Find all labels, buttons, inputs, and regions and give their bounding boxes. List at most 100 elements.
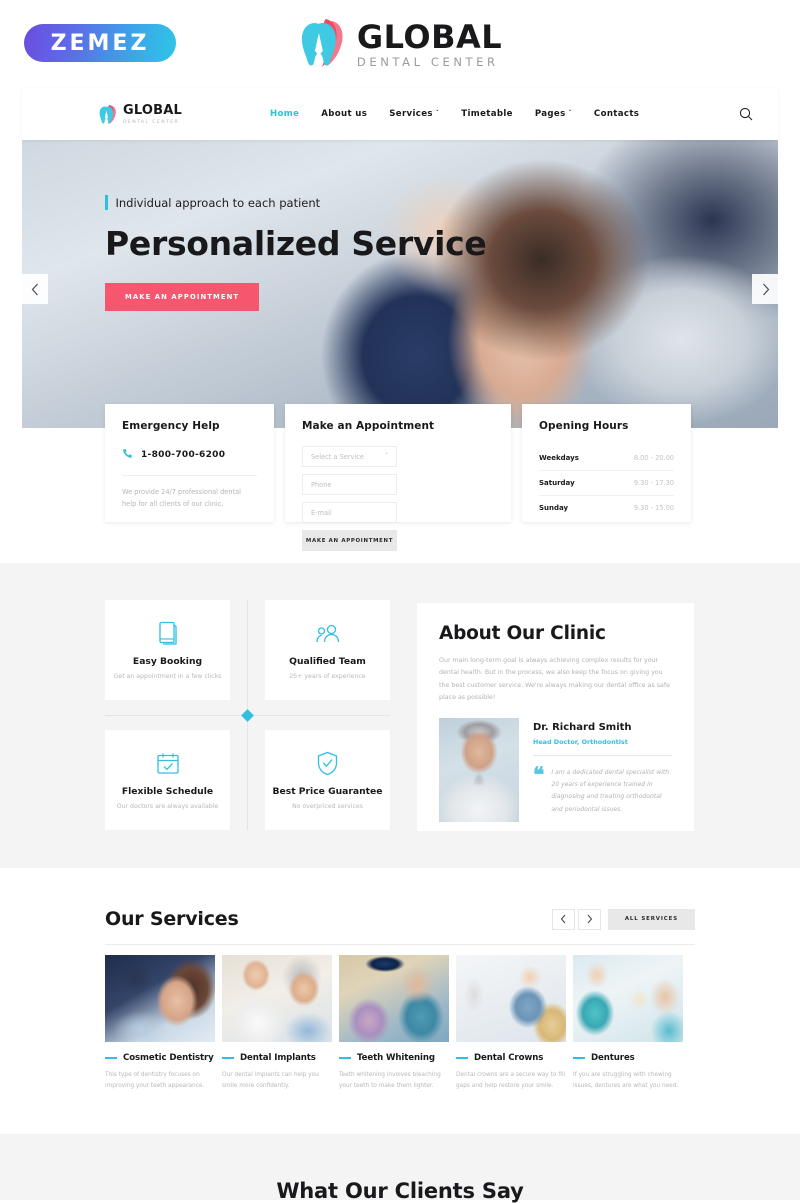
zemez-label: ZEMEZ (50, 30, 150, 56)
nav-item-home-label: Home (270, 109, 300, 119)
service-description: This type of dentistry focuses on improv… (105, 1072, 205, 1090)
hours-time: 9.30 - 17.30 (633, 479, 674, 487)
emergency-phone-row[interactable]: 1-800-700-6200 (122, 446, 257, 476)
brand-tagline: DENTAL CENTER (356, 54, 499, 69)
testimonials-title: What Our Clients Say (276, 1179, 524, 1203)
service-card-dental-implants[interactable]: Dental Implants Our dental implants can … (222, 955, 332, 1093)
accent-dash-icon (456, 1057, 468, 1059)
chevron-down-icon: ˇ (568, 110, 572, 117)
all-services-button[interactable]: ALL SERVICES (607, 908, 695, 930)
service-thumbnail (222, 955, 332, 1042)
feature-card-best-price-guarantee[interactable]: Best Price Guarantee No overpriced servi… (265, 730, 390, 830)
service-card-dentures[interactable]: Dentures If you are struggling with chew… (573, 955, 683, 1093)
feature-card-easy-booking[interactable]: Easy Booking Get an appointment in a few… (105, 600, 230, 700)
service-description: Dental crowns are a secure way to fill g… (456, 1072, 566, 1090)
opening-hours-list: Weekdays 8.00 - 20.00 Saturday 9.30 - 17… (539, 446, 674, 520)
nav-item-services[interactable]: Services ˇ (389, 109, 439, 119)
service-title-row: Dentures (573, 1053, 683, 1063)
service-card-teeth-whitening[interactable]: Teeth Whitening Teeth whitening involves… (339, 955, 449, 1093)
service-title-row: Dental Crowns (456, 1053, 566, 1063)
phone-input[interactable]: Phone (302, 474, 397, 495)
main-navbar: GLOBAL DENTAL CENTER Home About us Servi… (22, 88, 778, 140)
nav-item-home[interactable]: Home (270, 109, 299, 119)
nav-item-services-label: Services (389, 109, 433, 119)
accent-dash-icon (105, 1057, 117, 1059)
nav-item-pages[interactable]: Pages ˇ (535, 109, 572, 119)
services-next-button[interactable] (577, 908, 601, 930)
doctor-info: Dr. Richard Smith Head Doctor, Orthodont… (533, 718, 672, 822)
hours-row: Weekdays 8.00 - 20.00 (539, 446, 674, 471)
hero-title: Personalized Service (105, 224, 487, 263)
service-name: Cosmetic Dentistry (123, 1053, 214, 1063)
hours-day: Sunday (539, 504, 569, 512)
info-cards-row: Emergency Help 1-800-700-6200 We provide… (105, 404, 695, 551)
hours-row: Sunday 9.30 - 15.00 (539, 496, 674, 520)
emergency-help-card: Emergency Help 1-800-700-6200 We provide… (105, 404, 274, 522)
accent-dash-icon (573, 1057, 585, 1059)
phone-icon (122, 446, 133, 464)
feature-title: Qualified Team (289, 656, 366, 667)
chevron-down-icon: ˇ (435, 110, 440, 117)
nav-item-about-us[interactable]: About us (321, 109, 367, 119)
hours-day: Weekdays (539, 454, 579, 462)
site-logo[interactable]: GLOBAL DENTAL CENTER (298, 17, 502, 69)
service-thumbnail (456, 955, 566, 1042)
service-thumbnail (339, 955, 449, 1042)
service-card-cosmetic-dentistry[interactable]: Cosmetic Dentistry This type of dentistr… (105, 955, 215, 1093)
feature-card-qualified-team[interactable]: Qualified Team 25+ years of experience (265, 600, 390, 700)
appointment-title: Make an Appointment (302, 420, 435, 432)
service-name: Dental Crowns (474, 1053, 544, 1063)
service-name: Dentures (591, 1053, 635, 1063)
hero-kicker: Individual approach to each patient (105, 195, 486, 210)
service-description: If you are struggling with chewing issue… (573, 1072, 679, 1090)
make-appointment-card: Make an Appointment Select a Service ˇ P… (285, 404, 511, 551)
service-title-row: Dental Implants (222, 1053, 332, 1063)
zemez-badge[interactable]: ZEMEZ (24, 24, 176, 62)
services-prev-button[interactable] (551, 908, 575, 930)
nav-item-contacts[interactable]: Contacts (594, 109, 639, 119)
hero-kicker-text: Individual approach to each patient (115, 195, 321, 210)
nav-item-about-us-label: About us (321, 109, 368, 119)
hero-appointment-button[interactable]: MAKE AN APPOINTMENT (105, 283, 260, 311)
hero-next-arrow[interactable] (752, 274, 778, 304)
nav-item-contacts-label: Contacts (593, 109, 640, 119)
feature-title: Easy Booking (132, 656, 203, 667)
service-description: Our dental implants can help you smile m… (222, 1072, 319, 1090)
feature-subtitle: Get an appointment in a few clicks (113, 673, 222, 680)
service-thumbnail (573, 955, 683, 1042)
calendar-check-icon (156, 750, 180, 777)
tooth-logo-icon (298, 17, 348, 69)
phone-input-placeholder: Phone (311, 480, 332, 489)
doctor-name: Dr. Richard Smith (533, 722, 632, 734)
about-title: About Our Clinic (439, 623, 606, 644)
people-icon (315, 620, 341, 647)
service-card-dental-crowns[interactable]: Dental Crowns Dental crowns are a secure… (456, 955, 566, 1093)
service-select[interactable]: Select a Service ˇ (302, 446, 397, 467)
service-title-row: Cosmetic Dentistry (105, 1053, 215, 1063)
tooth-logo-icon-small (98, 104, 118, 125)
navbar-brand-name: GLOBAL (123, 103, 182, 118)
hero-prev-arrow[interactable] (22, 274, 48, 304)
hours-row: Saturday 9.30 - 17.30 (539, 471, 674, 496)
hours-time: 9.30 - 15.00 (633, 504, 674, 512)
nav-item-timetable[interactable]: Timetable (461, 109, 513, 119)
email-input[interactable]: E-mail (302, 502, 397, 523)
appointment-submit-button[interactable]: MAKE AN APPOINTMENT (302, 530, 397, 551)
testimonials-section: What Our Clients Say (0, 1134, 800, 1203)
about-paragraph: Our main long-term goal is always achiev… (439, 657, 670, 701)
email-input-placeholder: E-mail (311, 508, 332, 517)
feature-subtitle: Our doctors are always available (116, 803, 219, 810)
service-description: Teeth whitening involves bleaching your … (339, 1072, 441, 1090)
search-icon[interactable] (738, 106, 754, 122)
hours-day: Saturday (539, 479, 575, 487)
service-select-value: Select a Service (311, 452, 364, 461)
top-brand-bar: ZEMEZ GLOBAL DENTAL CENTER (0, 0, 800, 88)
brand-wordmark: GLOBAL DENTAL CENTER (357, 18, 502, 69)
service-title-row: Teeth Whitening (339, 1053, 449, 1063)
services-controls: ALL SERVICES (551, 908, 695, 930)
feature-subtitle: 25+ years of experience (289, 673, 366, 680)
navbar-brand-tagline: DENTAL CENTER (123, 120, 180, 125)
feature-card-flexible-schedule[interactable]: Flexible Schedule Our doctors are always… (105, 730, 230, 830)
about-clinic-card: About Our Clinic Our main long-term goal… (417, 603, 694, 831)
navbar-logo[interactable]: GLOBAL DENTAL CENTER (98, 103, 182, 125)
